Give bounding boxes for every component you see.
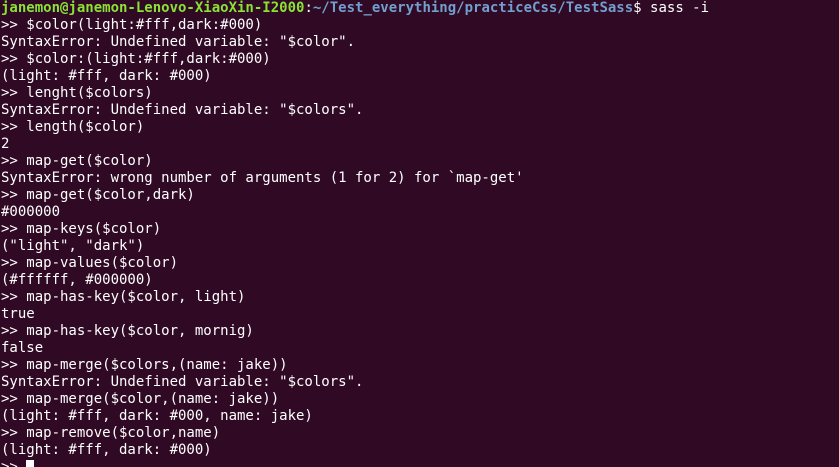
- prompt-path: ~/Test_everything/practiceCss/TestSass: [312, 0, 634, 16]
- output-line: SyntaxError: Undefined variable: "$color…: [1, 34, 356, 50]
- output-line: SyntaxError: wrong number of arguments (…: [1, 170, 524, 186]
- output-line: >> map-merge($colors,(name: jake)): [1, 357, 288, 373]
- prompt-symbol: $: [633, 0, 651, 16]
- terminal-window[interactable]: janemon@janemon-Lenovo-XiaoXin-I2000:~/T…: [0, 0, 839, 467]
- output-line: SyntaxError: Undefined variable: "$color…: [1, 374, 364, 390]
- output-line: >> map-has-key($color, light): [1, 289, 246, 305]
- shell-prompt-line: janemon@janemon-Lenovo-XiaoXin-I2000:~/T…: [1, 0, 839, 17]
- output-line: >> $color:(light:#fff,dark:#000): [1, 51, 271, 67]
- text-cursor: [26, 460, 35, 467]
- input-prompt: >>: [1, 459, 27, 467]
- output-line: (light: #fff, dark: #000, name: jake): [1, 408, 313, 424]
- prompt-separator: :: [304, 0, 313, 16]
- output-line: 2: [1, 136, 10, 152]
- output-line: >> $color(light:#fff,dark:#000): [1, 17, 263, 33]
- output-line: (light: #fff, dark: #000): [1, 68, 212, 84]
- output-line: >> map-has-key($color, mornig): [1, 323, 254, 339]
- output-line: false: [1, 340, 44, 356]
- output-line: ("light", "dark"): [1, 238, 145, 254]
- output-line: >> lenght($colors): [1, 85, 153, 101]
- prompt-command: sass -i: [650, 0, 710, 16]
- output-line: >> map-keys($color): [1, 221, 162, 237]
- output-line: true: [1, 306, 35, 322]
- output-line: #000000: [1, 204, 61, 220]
- output-line: >> length($color): [1, 119, 145, 135]
- output-line: (light: #fff, dark: #000): [1, 442, 212, 458]
- output-line: >> map-values($color): [1, 255, 179, 271]
- prompt-user-host: janemon@janemon-Lenovo-XiaoXin-I2000: [1, 0, 305, 16]
- output-line: (#ffffff, #000000): [1, 272, 153, 288]
- output-line: SyntaxError: Undefined variable: "$color…: [1, 102, 364, 118]
- input-line[interactable]: >>: [1, 459, 839, 467]
- output-line: >> map-remove($color,name): [1, 425, 221, 441]
- output-line: >> map-merge($color,(name: jake)): [1, 391, 280, 407]
- output-line: >> map-get($color): [1, 153, 153, 169]
- output-line: >> map-get($color,dark): [1, 187, 195, 203]
